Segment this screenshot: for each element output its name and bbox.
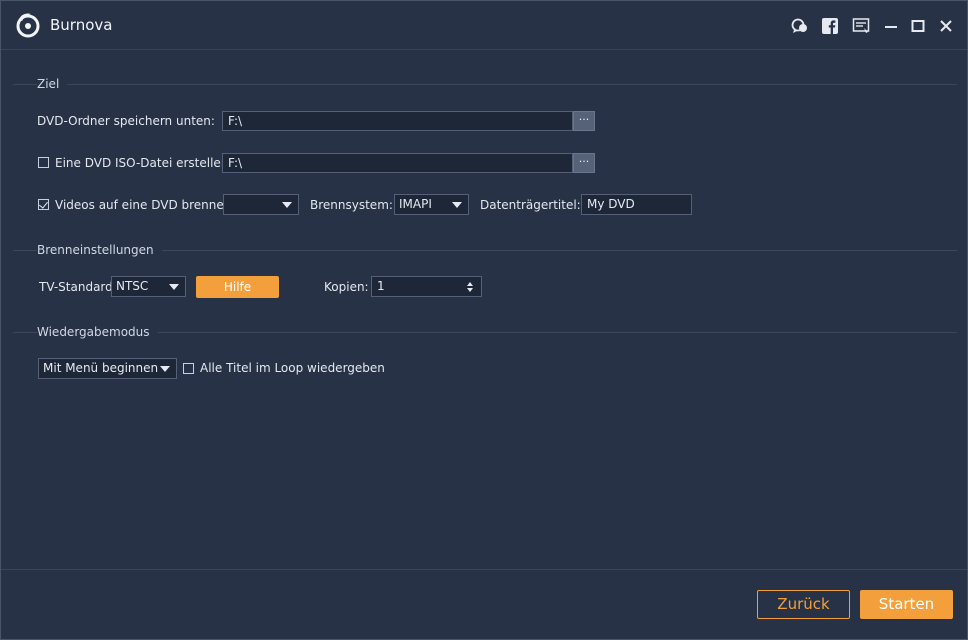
iso-label: Eine DVD ISO-Datei erstellen [55, 156, 229, 170]
playback-mode-value: Mit Menü beginnen [43, 361, 159, 375]
brennsystem-select[interactable]: IMAPI [394, 194, 469, 215]
dvd-folder-label: DVD-Ordner speichern unten: [37, 114, 215, 128]
brennsystem-value: IMAPI [399, 197, 432, 211]
minimize-icon[interactable] [882, 17, 900, 35]
app-title: Burnova [50, 16, 113, 34]
app-window: Burnova Ziel DVD-Ordner speichern unten:… [0, 0, 968, 640]
footer-divider [1, 569, 967, 570]
loop-checkbox[interactable] [183, 363, 194, 374]
section-divider [13, 84, 957, 85]
copies-value: 1 [377, 279, 385, 293]
chevron-down-icon [169, 284, 179, 290]
disc-title-input[interactable]: My DVD [581, 194, 692, 215]
tv-standard-select[interactable]: NTSC [111, 276, 186, 297]
title-bar: Burnova [1, 1, 967, 50]
iso-browse-button[interactable]: ··· [573, 153, 595, 173]
datentraeger-label: Datenträgertitel: [480, 198, 581, 212]
section-title-ziel: Ziel [37, 77, 68, 91]
dvd-folder-input[interactable]: F:\ [222, 111, 573, 131]
feedback-icon[interactable] [852, 17, 870, 35]
dvd-folder-browse-button[interactable]: ··· [573, 111, 595, 131]
spin-down-icon[interactable] [467, 288, 473, 292]
burnova-logo-icon [16, 13, 40, 38]
burn-checkbox[interactable] [38, 199, 49, 210]
playback-mode-select[interactable]: Mit Menü beginnen [38, 358, 177, 379]
help-button[interactable]: Hilfe [196, 276, 279, 298]
burn-label: Videos auf eine DVD brennen [55, 198, 232, 212]
spin-up-icon[interactable] [467, 282, 473, 286]
tv-standard-label: TV-Standard: [39, 280, 117, 294]
drive-select[interactable] [223, 194, 299, 215]
copies-spinbox[interactable]: 1 [371, 276, 482, 297]
iso-checkbox[interactable] [38, 157, 49, 168]
back-button[interactable]: Zurück [757, 590, 850, 619]
chat-icon[interactable] [791, 17, 809, 35]
chevron-down-icon [452, 202, 462, 208]
maximize-icon[interactable] [909, 17, 927, 35]
loop-label: Alle Titel im Loop wiedergeben [200, 361, 385, 375]
chevron-down-icon [160, 366, 170, 372]
close-icon[interactable] [937, 17, 955, 35]
section-title-brenneinstellungen: Brenneinstellungen [37, 243, 162, 257]
section-title-wiedergabemodus: Wiedergabemodus [37, 325, 158, 339]
copies-label: Kopien: [324, 280, 369, 294]
start-button[interactable]: Starten [860, 590, 953, 619]
tv-standard-value: NTSC [116, 279, 149, 293]
iso-path-input[interactable]: F:\ [222, 153, 573, 173]
facebook-icon[interactable] [821, 17, 839, 35]
chevron-down-icon [282, 202, 292, 208]
brennsystem-label: Brennsystem: [310, 198, 393, 212]
